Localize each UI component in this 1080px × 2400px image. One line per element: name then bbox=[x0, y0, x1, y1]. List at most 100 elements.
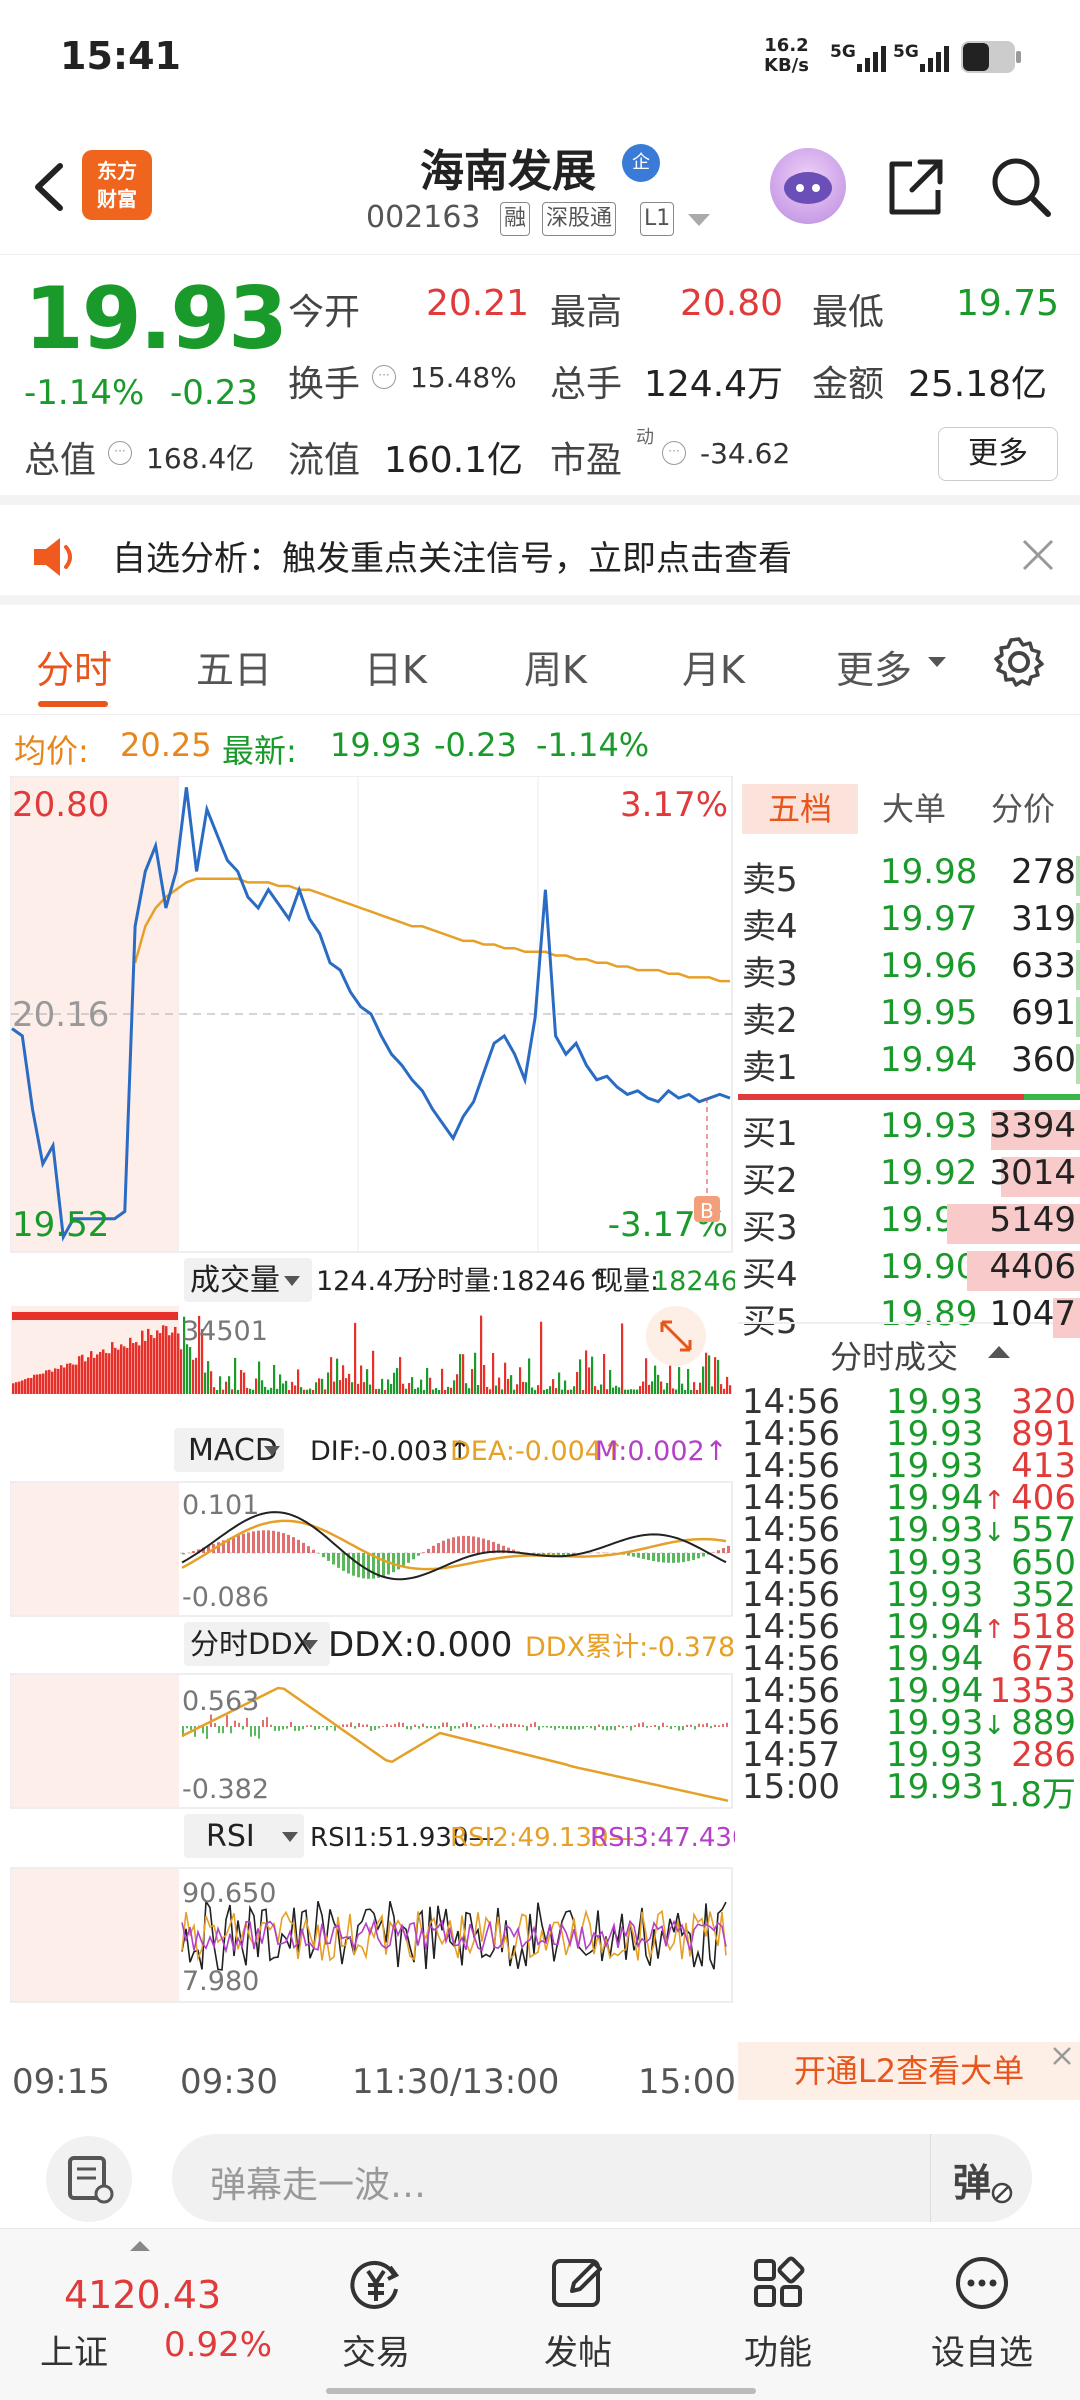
volume-bar bbox=[408, 1383, 411, 1394]
tick-price: 19.93 bbox=[886, 1767, 984, 1808]
volume-bar bbox=[153, 1338, 156, 1394]
danmaku-toggle-button[interactable]: 弹 bbox=[930, 2134, 1032, 2222]
notice-banner[interactable]: 自选分析：触发重点关注信号，立即点击查看 bbox=[0, 505, 1080, 605]
ddx-bar bbox=[350, 1722, 352, 1727]
ask-row[interactable]: 卖5 19.98 278 bbox=[738, 852, 1080, 900]
nav-functions[interactable]: 功能 bbox=[708, 2241, 848, 2374]
ddx-bar bbox=[698, 1723, 700, 1727]
volume-bar bbox=[249, 1388, 252, 1394]
volume-bar bbox=[297, 1369, 300, 1394]
logo-line1: 东方 bbox=[97, 159, 137, 183]
volume-bar bbox=[339, 1380, 342, 1394]
ddx-bar bbox=[306, 1725, 308, 1727]
volume-bar bbox=[711, 1386, 714, 1394]
ddx-bar bbox=[466, 1722, 468, 1727]
search-icon[interactable] bbox=[986, 152, 1056, 222]
index-name[interactable]: 上证 bbox=[40, 2325, 108, 2374]
close-icon[interactable] bbox=[1048, 2042, 1076, 2070]
ask-row[interactable]: 卖3 19.96 633 bbox=[738, 946, 1080, 994]
tab-monthly-k[interactable]: 月K bbox=[682, 639, 745, 694]
index-percent[interactable]: 0.92% bbox=[164, 2325, 272, 2365]
volume-bar bbox=[516, 1384, 519, 1394]
volume-bar bbox=[258, 1361, 261, 1394]
info-dots-icon[interactable]: ··· bbox=[108, 441, 132, 465]
now-volume-value: 18246 bbox=[652, 1266, 735, 1297]
edit-icon bbox=[552, 2259, 602, 2307]
ddx-bar bbox=[366, 1724, 368, 1727]
volume-bar bbox=[465, 1383, 468, 1394]
bid-row[interactable]: 买1 19.93 3394 bbox=[738, 1106, 1080, 1154]
volume-bar bbox=[126, 1347, 129, 1394]
volume-bar bbox=[162, 1325, 165, 1394]
gear-icon[interactable] bbox=[992, 635, 1046, 689]
index-value[interactable]: 4120.43 bbox=[64, 2273, 221, 2317]
comment-settings-icon bbox=[68, 2156, 114, 2204]
ticks-title[interactable]: 分时成交 bbox=[830, 1332, 958, 1378]
auction-zone bbox=[11, 1869, 179, 2001]
comment-list-button[interactable] bbox=[46, 2136, 132, 2222]
ddx-bar bbox=[542, 1726, 544, 1728]
chevron-up-icon[interactable] bbox=[988, 1344, 1010, 1358]
tick-row: 14:56 19.93 891 bbox=[738, 1414, 1080, 1454]
nav-add-watchlist[interactable]: 设自选 bbox=[912, 2241, 1052, 2374]
intraday-chart[interactable]: 20.80 20.16 19.52 3.17% -3.17% B 成交量 124… bbox=[9, 775, 775, 2106]
more-button[interactable]: 更多 bbox=[938, 427, 1058, 481]
chevron-up-icon[interactable] bbox=[130, 2239, 150, 2251]
volume-bar bbox=[390, 1383, 393, 1394]
ddx-bar bbox=[638, 1723, 640, 1727]
volume-bar bbox=[591, 1356, 594, 1394]
tab-intraday[interactable]: 分时 bbox=[36, 639, 112, 694]
tab-more[interactable]: 更多 bbox=[836, 639, 912, 694]
volume-bar bbox=[171, 1332, 174, 1394]
macd-histogram-bar bbox=[297, 1539, 300, 1553]
ask-row[interactable]: 卖1 19.94 360 bbox=[738, 1040, 1080, 1088]
tab-price-distribution[interactable]: 分价 bbox=[970, 784, 1076, 834]
ddx-bar bbox=[498, 1726, 500, 1729]
ask-row[interactable]: 卖4 19.97 319 bbox=[738, 899, 1080, 947]
ddx-bar bbox=[314, 1726, 316, 1731]
stock-name[interactable]: 海南发展 bbox=[420, 135, 596, 199]
ask-row[interactable]: 卖2 19.95 691 bbox=[738, 993, 1080, 1041]
bid-row[interactable]: 买3 19.91 5149 bbox=[738, 1200, 1080, 1248]
ddx-bar bbox=[550, 1726, 552, 1728]
chart-canvas[interactable]: 20.80 20.16 19.52 3.17% -3.17% B 成交量 124… bbox=[9, 775, 775, 2058]
volume-bar bbox=[81, 1354, 84, 1394]
nav-trade[interactable]: 交易 bbox=[306, 2241, 446, 2374]
volume-bar bbox=[651, 1381, 654, 1394]
home-indicator[interactable] bbox=[326, 2388, 756, 2394]
tab-weekly-k[interactable]: 周K bbox=[524, 639, 587, 694]
ask-volume-bar bbox=[1076, 856, 1080, 896]
volume-bar bbox=[696, 1389, 699, 1394]
share-icon[interactable] bbox=[880, 152, 950, 222]
bid-row[interactable]: 买4 19.90 4406 bbox=[738, 1247, 1080, 1295]
dropdown-triangle-icon[interactable] bbox=[688, 214, 710, 228]
level-label: 卖1 bbox=[742, 1048, 798, 1088]
assistant-avatar[interactable] bbox=[770, 148, 846, 224]
tab-big-orders[interactable]: 大单 bbox=[862, 784, 966, 834]
volume-bar bbox=[93, 1357, 96, 1394]
macd-histogram-bar bbox=[407, 1553, 410, 1563]
nav-post[interactable]: 发帖 bbox=[508, 2241, 648, 2374]
level-label: 买1 bbox=[742, 1114, 798, 1154]
info-dots-icon[interactable]: ··· bbox=[662, 441, 686, 465]
network-speed: 16.2 KB/s bbox=[764, 36, 809, 76]
volume-bar bbox=[687, 1368, 690, 1394]
ddx-sum: DDX累计:-0.378 bbox=[525, 1632, 735, 1663]
notice-text[interactable]: 自选分析：触发重点关注信号，立即点击查看 bbox=[112, 531, 792, 580]
tab-five-levels[interactable]: 五档 bbox=[742, 784, 858, 834]
l2-upgrade-banner[interactable]: 开通L2查看大单 bbox=[738, 2042, 1080, 2100]
macd-histogram-bar bbox=[462, 1535, 465, 1553]
bid-row[interactable]: 买2 19.92 3014 bbox=[738, 1153, 1080, 1201]
back-arrow-icon[interactable] bbox=[22, 152, 82, 222]
tab-daily-k[interactable]: 日K bbox=[364, 639, 427, 694]
tab-five-day[interactable]: 五日 bbox=[196, 639, 272, 694]
volume-bar bbox=[366, 1369, 369, 1394]
close-icon[interactable] bbox=[1020, 537, 1056, 573]
macd-histogram-bar bbox=[257, 1530, 260, 1553]
info-dots-icon[interactable]: ··· bbox=[372, 365, 396, 389]
ddx-bar bbox=[710, 1726, 712, 1729]
tick-row: 14:56 19.94↑ 518 bbox=[738, 1607, 1080, 1647]
volume-bar bbox=[432, 1389, 435, 1394]
volume-bar bbox=[219, 1376, 222, 1394]
macd-selector-label: MACD bbox=[188, 1433, 278, 1468]
